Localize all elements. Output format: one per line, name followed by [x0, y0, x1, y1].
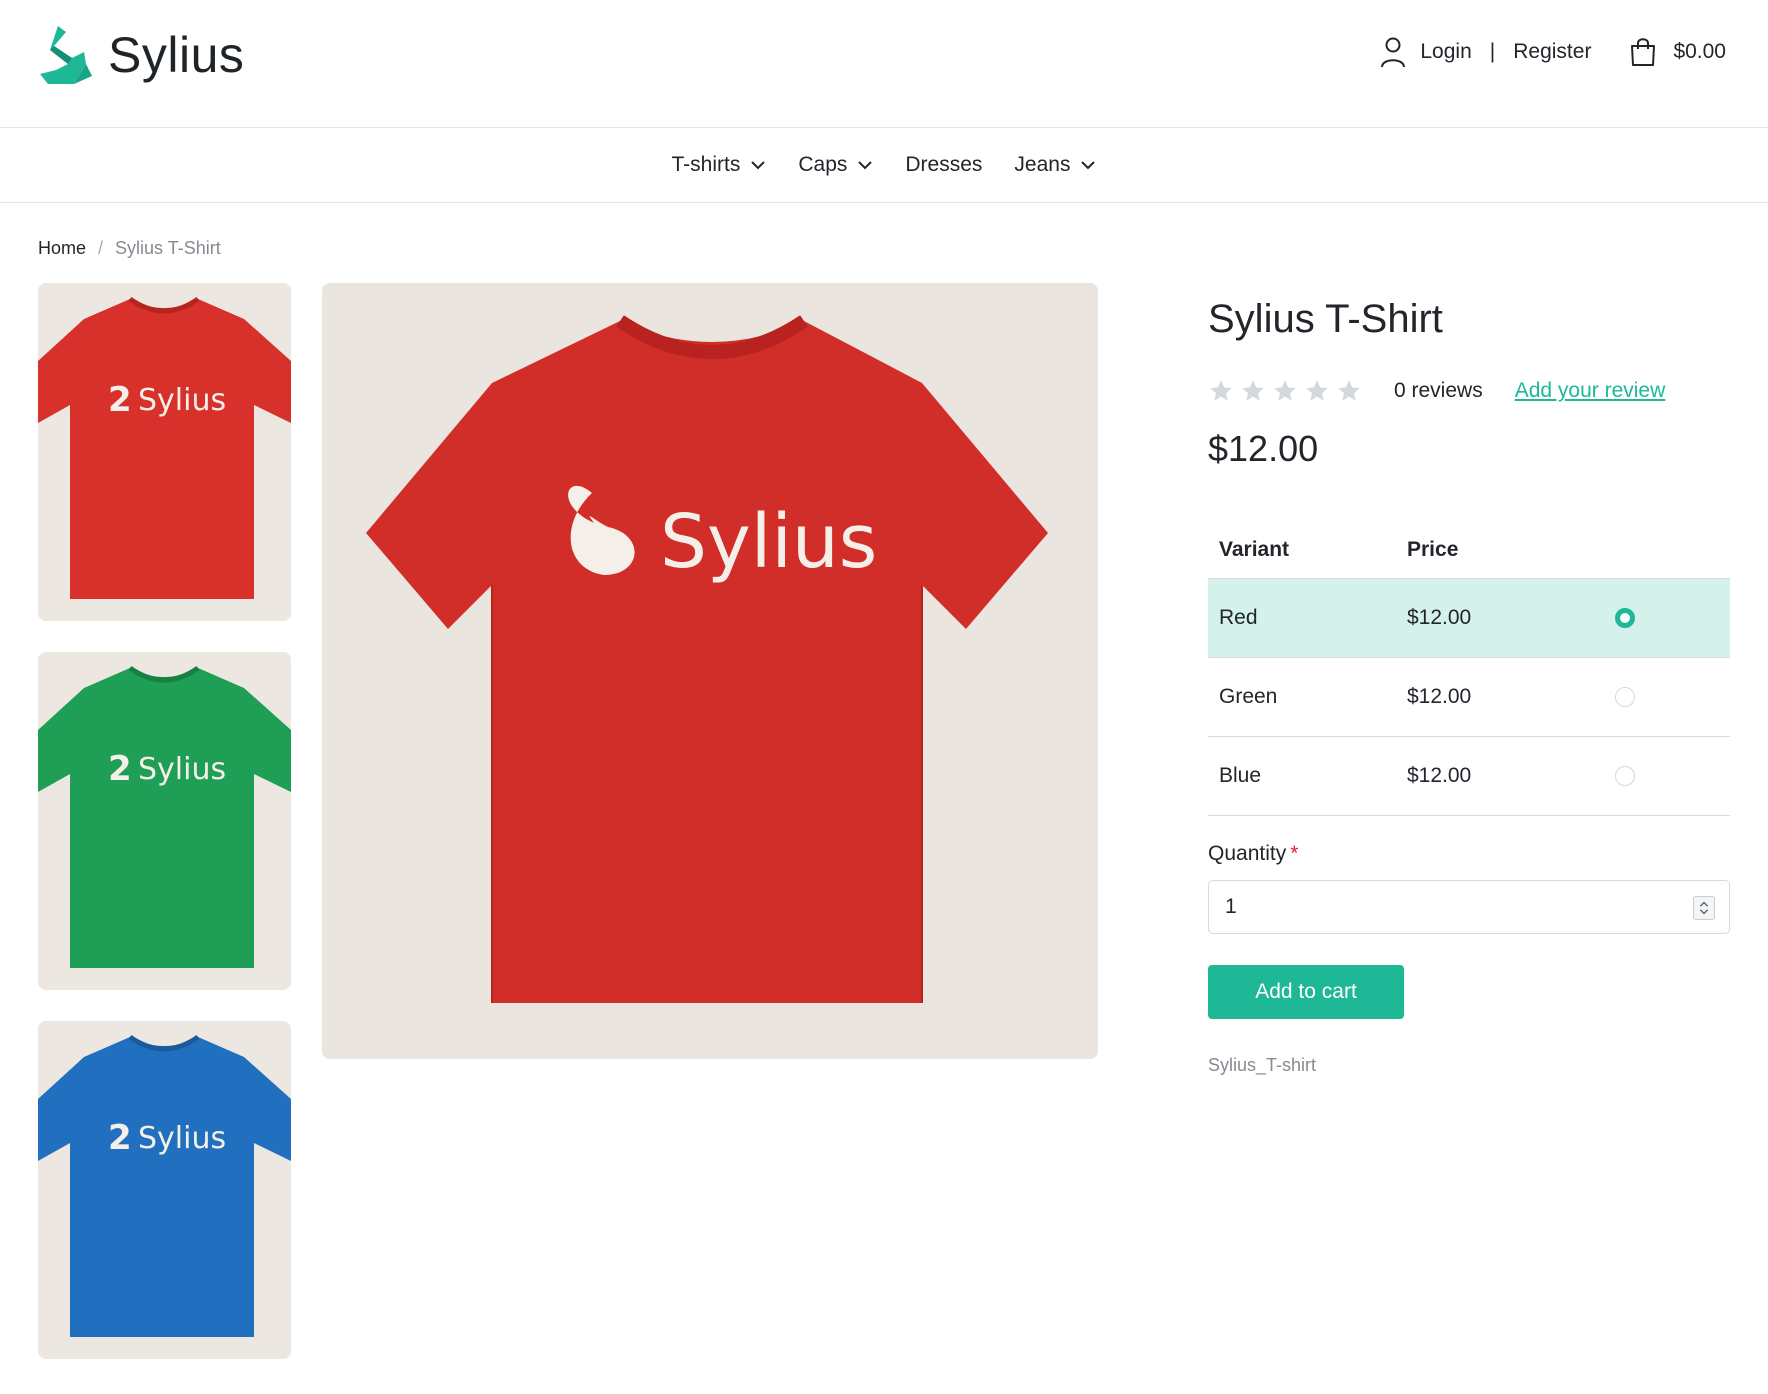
user-icon: [1381, 37, 1406, 68]
tshirt-image: 2 Sylius: [38, 1021, 291, 1359]
add-to-cart-button[interactable]: Add to cart: [1208, 964, 1404, 1019]
cart-button[interactable]: $0.00: [1629, 36, 1726, 68]
chevron-down-icon: [1081, 161, 1096, 170]
variant-row-red[interactable]: Red $12.00: [1208, 578, 1730, 658]
variant-row-green[interactable]: Green $12.00: [1208, 657, 1730, 737]
star-rating: [1208, 378, 1368, 404]
variant-select-cell: [1586, 736, 1730, 816]
nav-item-label: Caps: [798, 153, 848, 176]
reviews-count: 0 reviews: [1394, 379, 1483, 402]
site-logo[interactable]: Sylius: [38, 24, 244, 86]
login-link[interactable]: Login: [1420, 40, 1471, 64]
header-account-area: Login | Register $0.00: [1380, 36, 1726, 68]
chevron-down-icon: [858, 161, 873, 170]
variant-radio-green[interactable]: [1615, 686, 1635, 707]
svg-text:2: 2: [108, 380, 132, 420]
shirt-print-text: Sylius: [138, 383, 226, 418]
variant-name: Green: [1208, 657, 1396, 737]
breadcrumb-current: Sylius T-Shirt: [115, 238, 221, 258]
column-header-price: Price: [1396, 522, 1586, 579]
star-icon: [1338, 380, 1360, 401]
quantity-input[interactable]: 1: [1208, 879, 1730, 934]
site-header: Sylius Login | Register $0.00: [0, 0, 1768, 128]
nav-item-caps[interactable]: Caps: [798, 153, 873, 177]
product-info: Sylius T-Shirt 0 reviews Add your review…: [1208, 283, 1730, 1076]
stepper-arrows-icon: [1699, 901, 1709, 914]
quantity-value: 1: [1225, 894, 1237, 918]
nav-item-label: T-shirts: [671, 153, 741, 176]
variants-header-row: Variant Price: [1208, 522, 1730, 579]
product-title: Sylius T-Shirt: [1208, 297, 1443, 341]
sylius-logo-icon: [40, 26, 92, 84]
thumbnail-blue-shirt[interactable]: 2 Sylius: [38, 1021, 291, 1359]
variant-name: Blue: [1208, 736, 1396, 816]
quantity-label: Quantity *: [1208, 842, 1730, 866]
quantity-stepper[interactable]: [1693, 895, 1715, 920]
nav-item-dresses[interactable]: Dresses: [905, 153, 982, 177]
quantity-label-text: Quantity: [1208, 841, 1287, 865]
svg-text:2: 2: [108, 749, 132, 789]
breadcrumb-home-link[interactable]: Home: [38, 238, 86, 259]
product-sku: Sylius_T-shirt: [1208, 1054, 1317, 1075]
shopping-bag-icon: [1631, 38, 1656, 66]
star-icon: [1274, 380, 1296, 401]
variant-select-cell: [1586, 657, 1730, 737]
tshirt-image: Sylius: [322, 283, 1098, 1059]
variant-price: $12.00: [1396, 578, 1586, 658]
add-review-link[interactable]: Add your review: [1515, 379, 1666, 403]
nav-item-label: Jeans: [1014, 153, 1071, 176]
variant-row-blue[interactable]: Blue $12.00: [1208, 736, 1730, 816]
variant-radio-red[interactable]: [1615, 607, 1635, 628]
header-separator: |: [1489, 40, 1496, 63]
star-icon: [1210, 380, 1232, 401]
star-icon: [1306, 380, 1328, 401]
nav-item-t-shirts[interactable]: T-shirts: [672, 153, 767, 177]
column-header-select: [1586, 522, 1730, 579]
variants-table: Variant Price Red $12.00 Green $12.00 Bl…: [1208, 522, 1730, 816]
breadcrumb-separator: /: [98, 238, 104, 258]
star-icon: [1242, 380, 1264, 401]
shirt-print-text: Sylius: [660, 499, 877, 585]
variant-name: Red: [1208, 578, 1396, 658]
tshirt-image: 2 Sylius: [38, 283, 291, 621]
variant-select-cell: [1586, 578, 1730, 658]
chevron-down-icon: [751, 161, 766, 170]
logo-text: Sylius: [108, 27, 245, 83]
product-price: $12.00: [1208, 428, 1319, 469]
shirt-print-text: Sylius: [138, 1121, 226, 1156]
register-link[interactable]: Register: [1513, 40, 1591, 64]
main-product-image[interactable]: Sylius: [322, 283, 1098, 1059]
tshirt-image: 2 Sylius: [38, 652, 291, 990]
breadcrumb: Home / Sylius T-Shirt: [38, 238, 221, 259]
cart-total: $0.00: [1673, 40, 1726, 63]
column-header-variant: Variant: [1208, 522, 1396, 579]
required-mark: *: [1290, 841, 1299, 865]
variant-price: $12.00: [1396, 736, 1586, 816]
thumbnail-red-shirt[interactable]: 2 Sylius: [38, 283, 291, 621]
variant-price: $12.00: [1396, 657, 1586, 737]
main-navigation: T-shirts Caps Dresses Jeans: [0, 128, 1768, 203]
shirt-print-text: Sylius: [138, 752, 226, 787]
nav-item-label: Dresses: [905, 153, 983, 176]
rating-row: 0 reviews Add your review: [1208, 376, 1730, 406]
svg-text:2: 2: [108, 1118, 132, 1158]
thumbnail-green-shirt[interactable]: 2 Sylius: [38, 652, 291, 990]
nav-item-jeans[interactable]: Jeans: [1014, 153, 1096, 177]
variant-radio-blue[interactable]: [1615, 765, 1635, 786]
